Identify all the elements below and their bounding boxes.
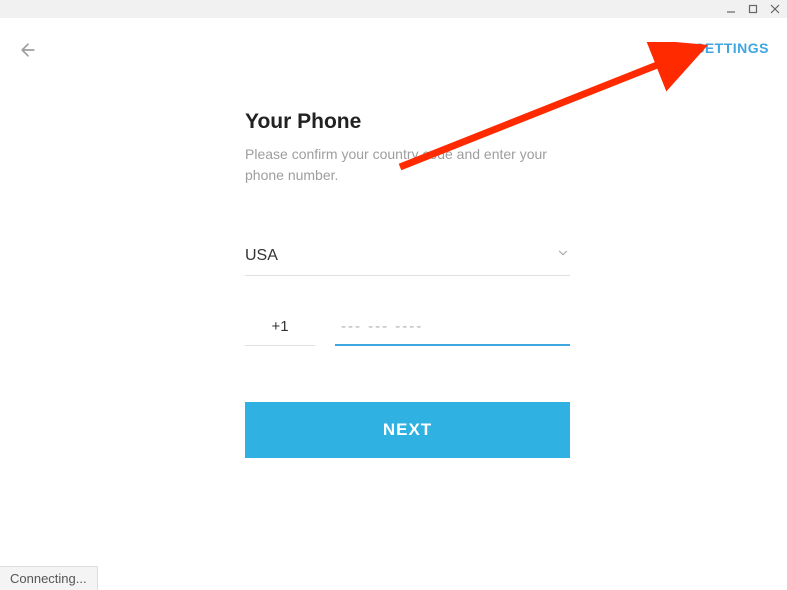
page-title: Your Phone xyxy=(245,110,570,134)
phone-input-row xyxy=(245,312,570,346)
settings-link[interactable]: SETTINGS xyxy=(695,40,769,56)
page-subtitle: Please confirm your country code and ent… xyxy=(245,144,570,186)
app-header: SETTINGS xyxy=(0,18,787,60)
country-code-input[interactable] xyxy=(245,312,315,346)
country-selector[interactable]: USA xyxy=(245,246,570,276)
main-content: Your Phone Please confirm your country c… xyxy=(245,110,570,458)
window-titlebar xyxy=(0,0,787,18)
chevron-down-icon xyxy=(556,246,570,265)
back-arrow-icon[interactable] xyxy=(18,40,38,60)
phone-number-input[interactable] xyxy=(335,312,570,346)
next-button[interactable]: NEXT xyxy=(245,402,570,458)
maximize-button[interactable] xyxy=(747,3,759,15)
country-name: USA xyxy=(245,247,278,265)
close-button[interactable] xyxy=(769,3,781,15)
minimize-button[interactable] xyxy=(725,3,737,15)
status-bar: Connecting... xyxy=(0,566,98,590)
